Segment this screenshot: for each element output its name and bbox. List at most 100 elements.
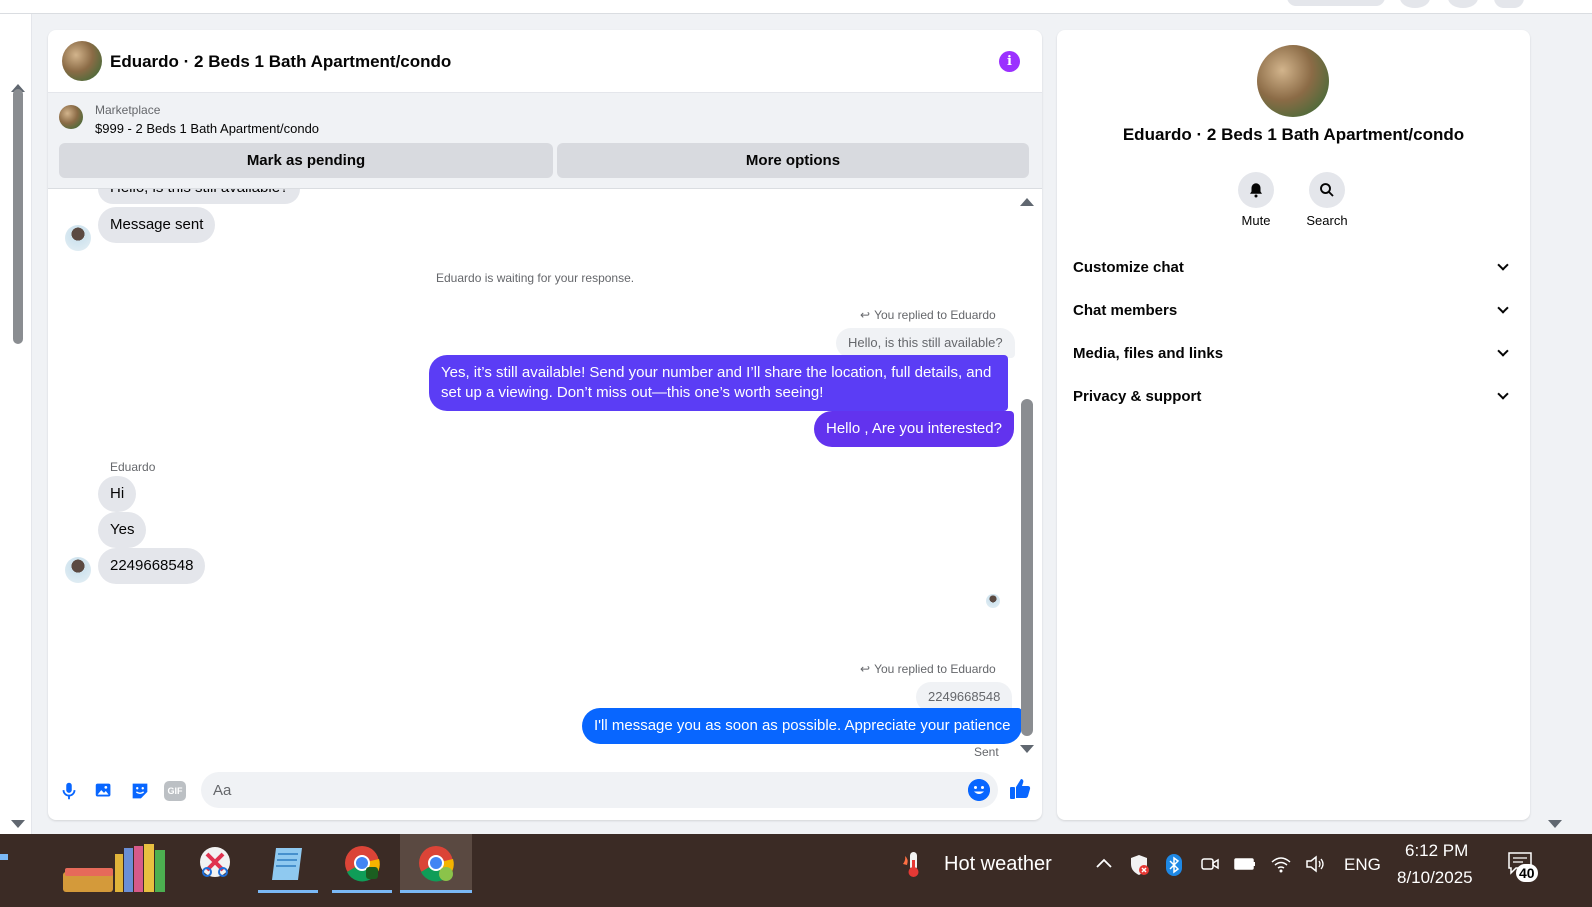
snipping-tool-icon[interactable]: [185, 834, 245, 893]
section-label: Chat members: [1073, 302, 1178, 319]
message-scrollbar[interactable]: [1018, 189, 1038, 769]
language-indicator[interactable]: ENG: [1344, 855, 1381, 875]
media-files-links-section[interactable]: Media, files and links: [1057, 332, 1530, 375]
search-icon: [1309, 172, 1345, 208]
scroll-thumb[interactable]: [1021, 399, 1033, 736]
reply-label: ↩ You replied to Eduardo: [860, 308, 996, 322]
photo-icon[interactable]: [93, 780, 115, 802]
scroll-down-arrow[interactable]: [11, 820, 25, 828]
listing-title[interactable]: $999 - 2 Beds 1 Bath Apartment/condo: [95, 121, 319, 136]
mark-as-pending-button[interactable]: Mark as pending: [59, 143, 553, 178]
message-bubble-outgoing: Hello , Are you interested?: [814, 411, 1014, 447]
chrome-profile-icon[interactable]: [400, 834, 472, 893]
chevron-up-icon[interactable]: [1094, 854, 1114, 874]
active-indicator: [332, 890, 392, 893]
volume-icon[interactable]: [1304, 854, 1324, 874]
top-menu-button[interactable]: [1400, 0, 1430, 8]
more-options-button[interactable]: More options: [557, 143, 1029, 178]
windows-taskbar: Hot weather ENG 6:12 PM 8/10/2025 40: [0, 834, 1592, 907]
search-button[interactable]: Search: [1297, 172, 1357, 228]
microphone-icon[interactable]: [58, 780, 80, 802]
wifi-icon[interactable]: [1270, 854, 1291, 874]
gif-icon[interactable]: GIF: [164, 781, 186, 801]
chevron-down-icon: [1497, 388, 1509, 400]
active-indicator: [258, 890, 318, 893]
chevron-down-icon: [1497, 302, 1509, 314]
message-line: set up a viewing. Don’t miss out—this on…: [441, 384, 824, 401]
reply-label: ↩ You replied to Eduardo: [860, 662, 996, 676]
chevron-down-icon: [1497, 345, 1509, 357]
top-notifications-button[interactable]: [1448, 0, 1478, 8]
message-status: Sent: [974, 745, 999, 759]
seen-avatar: [986, 594, 1000, 608]
chat-title[interactable]: Eduardo · 2 Beds 1 Bath Apartment/condo: [110, 52, 451, 72]
bell-icon: [1238, 172, 1274, 208]
sender-avatar[interactable]: [65, 557, 91, 583]
search-label: Search: [1306, 213, 1348, 228]
chrome-icon[interactable]: [332, 834, 392, 893]
message-bubble-incoming: 2249668548: [98, 548, 206, 584]
top-profile-avatar[interactable]: [1494, 0, 1524, 8]
section-label: Privacy & support: [1073, 388, 1202, 405]
notification-center-icon[interactable]: 40: [1506, 850, 1546, 884]
profile-name: Eduardo · 2 Beds 1 Bath Apartment/condo: [1122, 125, 1465, 144]
bluetooth-icon[interactable]: [1164, 854, 1184, 876]
message-list: Hello, is this still available? Message …: [48, 189, 1042, 769]
right-scrollbar[interactable]: [1546, 14, 1566, 834]
mute-label: Mute: [1241, 213, 1271, 228]
browser-top-bar: [0, 0, 1592, 14]
message-bubble-outgoing: Yes, it’s still available! Send your num…: [429, 355, 1008, 411]
waiting-notice: Eduardo is waiting for your response.: [436, 271, 635, 285]
chevron-down-icon: [1497, 259, 1509, 271]
clock-date[interactable]: 8/10/2025: [1397, 868, 1473, 888]
scroll-down-arrow[interactable]: [1548, 820, 1562, 828]
message-bubble-incoming: Message sent: [98, 207, 216, 243]
info-icon[interactable]: i: [999, 51, 1020, 72]
customize-chat-section[interactable]: Customize chat: [1057, 246, 1530, 289]
profile-avatar[interactable]: [1257, 45, 1329, 117]
thermometer-icon[interactable]: [900, 850, 926, 878]
battery-icon[interactable]: [1234, 854, 1255, 874]
message-bubble-incoming: Hello, is this still available?: [98, 189, 301, 204]
scroll-thumb[interactable]: [13, 89, 23, 344]
clock-time[interactable]: 6:12 PM: [1405, 841, 1468, 861]
top-search-pill[interactable]: [1287, 0, 1385, 6]
privacy-support-section[interactable]: Privacy & support: [1057, 375, 1530, 418]
chat-header: Eduardo · 2 Beds 1 Bath Apartment/condo …: [48, 30, 1042, 93]
taskbar-edge: [0, 854, 8, 860]
message-bubble-incoming: Yes: [98, 512, 147, 548]
listing-thumbnail[interactable]: [59, 105, 83, 129]
notification-count-badge: 40: [1516, 864, 1538, 882]
chat-members-section[interactable]: Chat members: [1057, 289, 1530, 332]
chat-avatar[interactable]: [62, 41, 102, 81]
camera-icon[interactable]: [1200, 854, 1220, 874]
marketplace-label: Marketplace: [95, 103, 161, 117]
scroll-down-arrow[interactable]: [1020, 745, 1034, 753]
sender-avatar[interactable]: [65, 225, 91, 251]
emoji-icon[interactable]: [968, 779, 990, 801]
weather-text[interactable]: Hot weather: [944, 853, 1052, 876]
reply-arrow-icon: ↩: [860, 308, 871, 322]
left-scrollbar[interactable]: [0, 14, 32, 834]
message-line: Yes, it’s still available! Send your num…: [441, 364, 992, 381]
notepad-icon[interactable]: [258, 834, 318, 893]
security-shield-icon[interactable]: [1128, 854, 1149, 875]
thumbs-up-icon[interactable]: [1008, 777, 1032, 801]
message-bubble-incoming: Hi: [98, 476, 137, 512]
sender-name: Eduardo: [110, 460, 156, 474]
reply-arrow-icon: ↩: [860, 662, 871, 676]
section-label: Customize chat: [1073, 259, 1184, 276]
message-input[interactable]: [201, 772, 998, 808]
section-label: Media, files and links: [1073, 345, 1224, 362]
message-composer: GIF: [48, 769, 1042, 820]
sticker-icon[interactable]: [129, 780, 151, 802]
books-app-icon[interactable]: [55, 834, 175, 893]
message-bubble-outgoing: I'll message you as soon as possible. Ap…: [582, 708, 1023, 744]
quoted-message[interactable]: Hello, is this still available?: [836, 328, 1015, 358]
chat-panel: Eduardo · 2 Beds 1 Bath Apartment/condo …: [48, 30, 1042, 820]
active-indicator: [400, 890, 472, 893]
chat-info-panel: Eduardo · 2 Beds 1 Bath Apartment/condo …: [1057, 30, 1530, 820]
scroll-up-arrow[interactable]: [1020, 198, 1034, 206]
marketplace-banner: Marketplace $999 - 2 Beds 1 Bath Apartme…: [48, 93, 1042, 189]
mute-button[interactable]: Mute: [1226, 172, 1286, 228]
